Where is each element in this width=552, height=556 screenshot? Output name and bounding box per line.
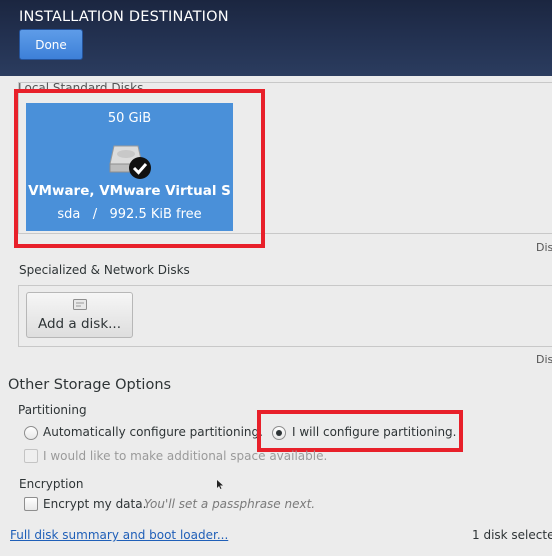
done-button[interactable]: Done — [19, 29, 83, 60]
encrypt-checkbox[interactable] — [24, 497, 38, 511]
add-disk-button[interactable]: Add a disk... — [26, 292, 133, 338]
partitioning-highlight-box — [257, 410, 463, 452]
partitioning-label: Partitioning — [18, 403, 87, 417]
other-storage-title: Other Storage Options — [8, 377, 172, 393]
encryption-label: Encryption — [19, 477, 84, 491]
network-disks-label: Specialized & Network Disks — [19, 263, 190, 277]
network-disks-edge-label: Dis — [536, 353, 552, 366]
selected-disks-status: 1 disk selecte — [472, 528, 552, 542]
encrypt-hint: You'll set a passphrase next. — [144, 497, 316, 511]
auto-partitioning-label[interactable]: Automatically configure partitioning. — [43, 425, 263, 439]
mouse-cursor-icon — [217, 480, 223, 489]
auto-partitioning-radio[interactable] — [24, 426, 38, 440]
header-bar: INSTALLATION DESTINATION Done — [0, 0, 552, 76]
local-disks-edge-label: Dis — [536, 241, 552, 254]
disk-summary-link[interactable]: Full disk summary and boot loader... — [10, 528, 228, 542]
extra-space-checkbox[interactable] — [24, 449, 38, 463]
encrypt-label[interactable]: Encrypt my data. — [43, 497, 146, 511]
disk-icon — [73, 299, 87, 310]
add-disk-label: Add a disk... — [37, 316, 122, 332]
page-title: INSTALLATION DESTINATION — [19, 9, 229, 25]
extra-space-label: I would like to make additional space av… — [43, 449, 328, 463]
disk-highlight-box — [14, 89, 265, 248]
